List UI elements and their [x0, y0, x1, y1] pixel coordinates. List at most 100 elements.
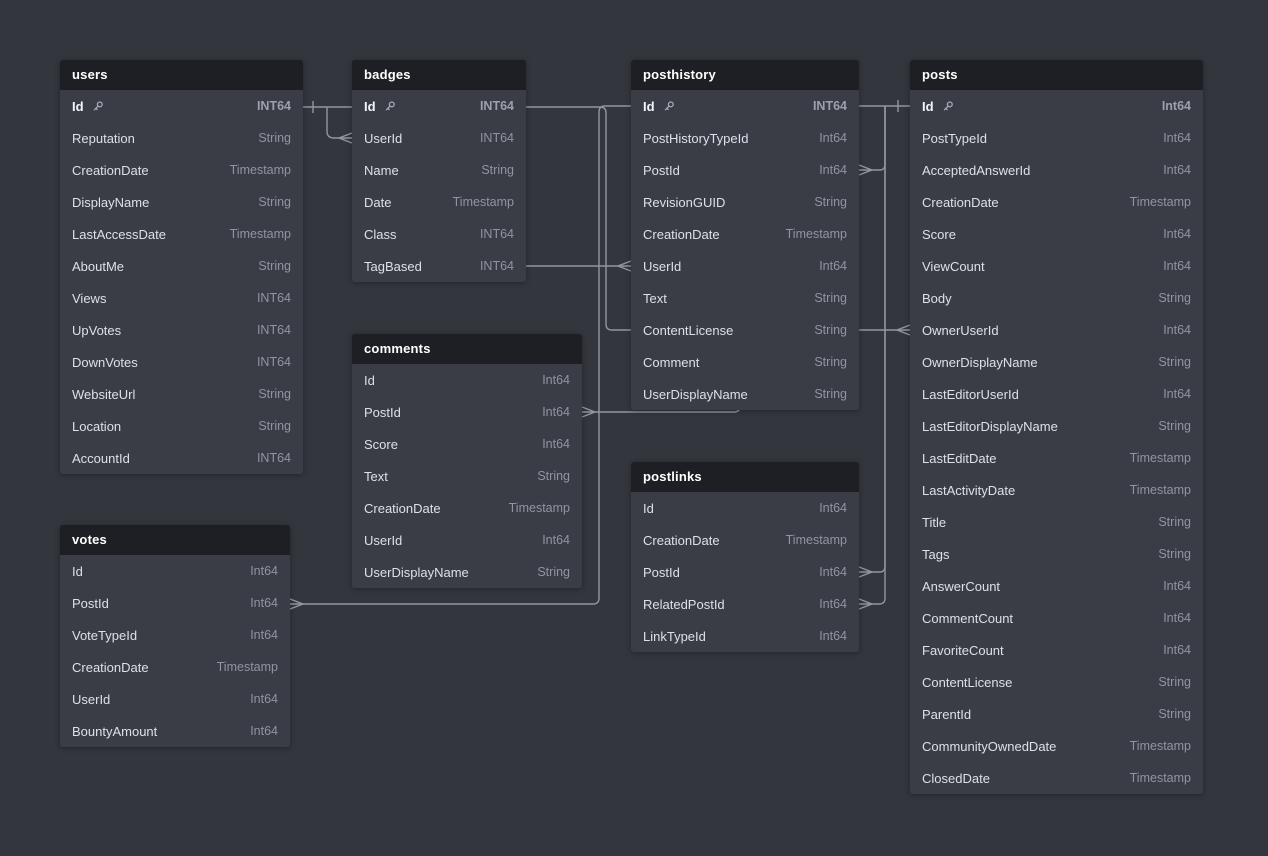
table-title-votes[interactable]: votes — [60, 525, 290, 555]
table-row-users-upvotes[interactable]: UpVotesINT64 — [60, 314, 303, 346]
column-name: FavoriteCount — [922, 643, 1004, 658]
table-row-posts-lasteditdate[interactable]: LastEditDateTimestamp — [910, 442, 1203, 474]
column-type: Int64 — [819, 259, 847, 273]
table-row-comments-score[interactable]: ScoreInt64 — [352, 428, 582, 460]
table-row-posts-communityowneddate[interactable]: CommunityOwnedDateTimestamp — [910, 730, 1203, 762]
table-row-posthistory-text[interactable]: TextString — [631, 282, 859, 314]
column-name: BountyAmount — [72, 724, 157, 739]
table-row-badges-userid[interactable]: UserIdINT64 — [352, 122, 526, 154]
table-users[interactable]: usersIdINT64ReputationStringCreationDate… — [60, 60, 303, 474]
table-badges[interactable]: badgesIdINT64UserIdINT64NameStringDateTi… — [352, 60, 526, 282]
table-row-votes-postid[interactable]: PostIdInt64 — [60, 587, 290, 619]
table-row-users-reputation[interactable]: ReputationString — [60, 122, 303, 154]
table-row-posts-score[interactable]: ScoreInt64 — [910, 218, 1203, 250]
table-row-comments-postid[interactable]: PostIdInt64 — [352, 396, 582, 428]
relationship-line — [327, 107, 352, 138]
table-row-postlinks-id[interactable]: IdInt64 — [631, 492, 859, 524]
column-name: AboutMe — [72, 259, 124, 274]
table-row-badges-id[interactable]: IdINT64 — [352, 90, 526, 122]
table-row-users-creationdate[interactable]: CreationDateTimestamp — [60, 154, 303, 186]
table-row-posthistory-userdisplayname[interactable]: UserDisplayNameString — [631, 378, 859, 410]
table-row-comments-id[interactable]: IdInt64 — [352, 364, 582, 396]
table-row-users-lastaccessdate[interactable]: LastAccessDateTimestamp — [60, 218, 303, 250]
table-row-postlinks-postid[interactable]: PostIdInt64 — [631, 556, 859, 588]
column-name: LastEditorUserId — [922, 387, 1019, 402]
table-row-comments-userid[interactable]: UserIdInt64 — [352, 524, 582, 556]
table-row-posthistory-postid[interactable]: PostIdInt64 — [631, 154, 859, 186]
table-row-posthistory-posthistorytypeid[interactable]: PostHistoryTypeIdInt64 — [631, 122, 859, 154]
column-name: Score — [364, 437, 398, 452]
table-row-posts-viewcount[interactable]: ViewCount Int64 — [910, 250, 1203, 282]
table-comments[interactable]: commentsIdInt64PostIdInt64ScoreInt64Text… — [352, 334, 582, 588]
table-row-posthistory-creationdate[interactable]: CreationDateTimestamp — [631, 218, 859, 250]
table-title-badges[interactable]: badges — [352, 60, 526, 90]
table-row-users-websiteurl[interactable]: WebsiteUrlString — [60, 378, 303, 410]
table-row-posthistory-comment[interactable]: CommentString — [631, 346, 859, 378]
table-posts[interactable]: postsIdInt64PostTypeIdInt64AcceptedAnswe… — [910, 60, 1203, 794]
column-type: String — [1158, 515, 1191, 529]
table-row-votes-votetypeid[interactable]: VoteTypeIdInt64 — [60, 619, 290, 651]
table-row-users-downvotes[interactable]: DownVotesINT64 — [60, 346, 303, 378]
table-row-posts-title[interactable]: TitleString — [910, 506, 1203, 538]
table-posthistory[interactable]: posthistoryIdINT64PostHistoryTypeIdInt64… — [631, 60, 859, 410]
table-row-comments-text[interactable]: TextString — [352, 460, 582, 492]
table-row-postlinks-linktypeid[interactable]: LinkTypeIdInt64 — [631, 620, 859, 652]
column-type: Int64 — [1163, 323, 1191, 337]
table-row-badges-date[interactable]: DateTimestamp — [352, 186, 526, 218]
table-row-posts-favoritecount[interactable]: FavoriteCountInt64 — [910, 634, 1203, 666]
column-type: Timestamp — [786, 227, 847, 241]
table-row-votes-bountyamount[interactable]: BountyAmountInt64 — [60, 715, 290, 747]
table-postlinks[interactable]: postlinksIdInt64CreationDateTimestampPos… — [631, 462, 859, 652]
table-row-posts-creationdate[interactable]: CreationDateTimestamp — [910, 186, 1203, 218]
column-name: ViewCount — [922, 259, 985, 274]
table-title-postlinks[interactable]: postlinks — [631, 462, 859, 492]
column-type: String — [258, 195, 291, 209]
table-row-badges-class[interactable]: ClassINT64 — [352, 218, 526, 250]
table-title-posthistory[interactable]: posthistory — [631, 60, 859, 90]
table-row-users-accountid[interactable]: AccountIdINT64 — [60, 442, 303, 474]
table-row-users-aboutme[interactable]: AboutMeString — [60, 250, 303, 282]
table-row-posts-lasteditoruserid[interactable]: LastEditorUserIdInt64 — [910, 378, 1203, 410]
table-row-posts-answercount[interactable]: AnswerCountInt64 — [910, 570, 1203, 602]
table-row-posts-tags[interactable]: TagsString — [910, 538, 1203, 570]
table-row-postlinks-creationdate[interactable]: CreationDateTimestamp — [631, 524, 859, 556]
table-row-posthistory-revisionguid[interactable]: RevisionGUIDString — [631, 186, 859, 218]
table-row-votes-creationdate[interactable]: CreationDateTimestamp — [60, 651, 290, 683]
table-row-users-displayname[interactable]: DisplayNameString — [60, 186, 303, 218]
table-title-users[interactable]: users — [60, 60, 303, 90]
table-row-posthistory-userid[interactable]: UserIdInt64 — [631, 250, 859, 282]
table-row-posts-commentcount[interactable]: CommentCountInt64 — [910, 602, 1203, 634]
table-row-posts-parentid[interactable]: ParentIdString — [910, 698, 1203, 730]
column-name: Comment — [643, 355, 699, 370]
column-name: Views — [72, 291, 106, 306]
table-row-comments-creationdate[interactable]: CreationDateTimestamp — [352, 492, 582, 524]
erd-canvas[interactable]: usersIdINT64ReputationStringCreationDate… — [0, 0, 1268, 856]
table-row-posts-closeddate[interactable]: ClosedDateTimestamp — [910, 762, 1203, 794]
column-type: Int64 — [1163, 259, 1191, 273]
table-row-users-location[interactable]: LocationString — [60, 410, 303, 442]
column-name: Id — [364, 99, 376, 114]
table-row-posts-acceptedanswerid[interactable]: AcceptedAnswerIdInt64 — [910, 154, 1203, 186]
table-row-posts-posttypeid[interactable]: PostTypeIdInt64 — [910, 122, 1203, 154]
table-row-posts-contentlicense[interactable]: ContentLicenseString — [910, 666, 1203, 698]
table-row-votes-id[interactable]: IdInt64 — [60, 555, 290, 587]
table-row-posts-ownerdisplayname[interactable]: OwnerDisplayNameString — [910, 346, 1203, 378]
table-row-users-id[interactable]: IdINT64 — [60, 90, 303, 122]
table-row-posthistory-id[interactable]: IdINT64 — [631, 90, 859, 122]
table-row-posts-lastactivitydate[interactable]: LastActivityDateTimestamp — [910, 474, 1203, 506]
table-row-posts-owneruserid[interactable]: OwnerUserIdInt64 — [910, 314, 1203, 346]
table-row-votes-userid[interactable]: UserIdInt64 — [60, 683, 290, 715]
table-title-comments[interactable]: comments — [352, 334, 582, 364]
table-row-postlinks-relatedpostid[interactable]: RelatedPostIdInt64 — [631, 588, 859, 620]
table-row-users-views[interactable]: ViewsINT64 — [60, 282, 303, 314]
column-name: Text — [364, 469, 388, 484]
table-row-comments-userdisplayname[interactable]: UserDisplayNameString — [352, 556, 582, 588]
table-row-posthistory-contentlicense[interactable]: ContentLicenseString — [631, 314, 859, 346]
table-row-badges-tagbased[interactable]: TagBasedINT64 — [352, 250, 526, 282]
table-title-posts[interactable]: posts — [910, 60, 1203, 90]
table-votes[interactable]: votesIdInt64PostIdInt64VoteTypeIdInt64Cr… — [60, 525, 290, 747]
table-row-badges-name[interactable]: NameString — [352, 154, 526, 186]
table-row-posts-id[interactable]: IdInt64 — [910, 90, 1203, 122]
table-row-posts-lasteditordisplayname[interactable]: LastEditorDisplayNameString — [910, 410, 1203, 442]
table-row-posts-body[interactable]: BodyString — [910, 282, 1203, 314]
